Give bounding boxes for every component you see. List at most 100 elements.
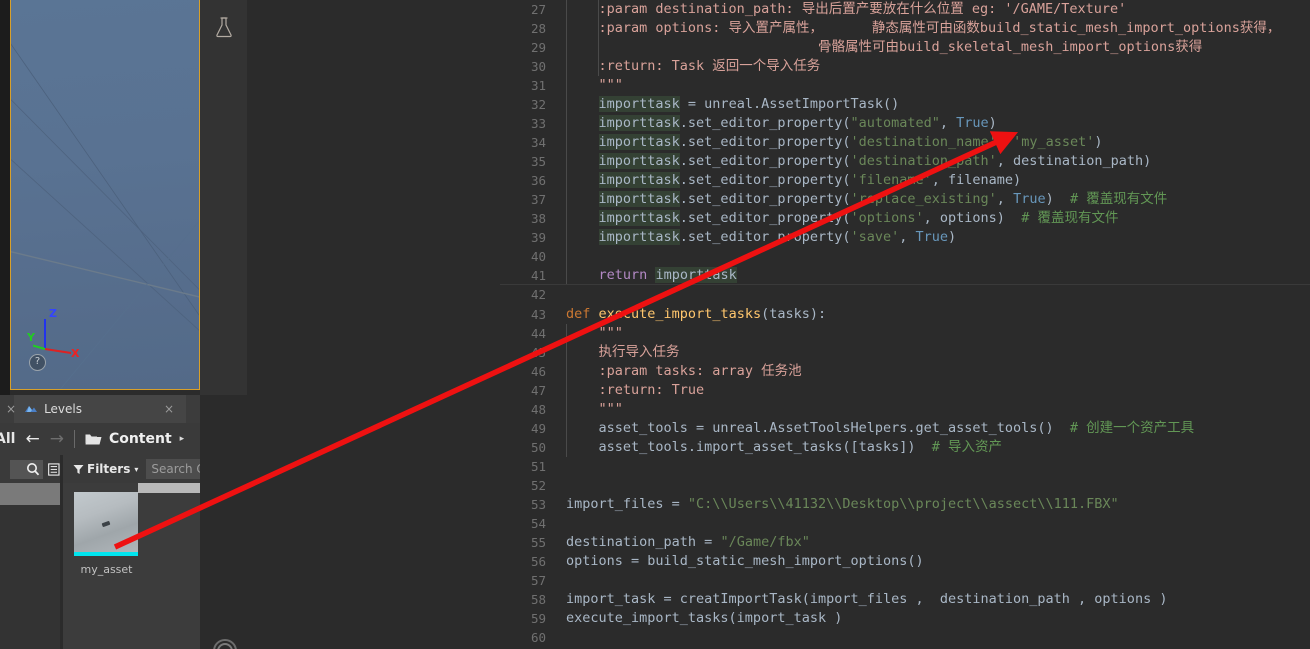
indent-guide <box>566 57 567 76</box>
editor-horizontal-separator <box>500 284 1310 285</box>
indent-guide <box>566 228 567 247</box>
indent-guide <box>566 133 567 152</box>
line-number: 48 <box>530 402 546 417</box>
line-number: 49 <box>530 421 546 436</box>
content-browser-asset-view[interactable]: my_asset <box>63 483 200 649</box>
line-number: 38 <box>530 211 546 226</box>
asset-search-input[interactable]: Search Co <box>146 459 200 479</box>
code-line[interactable]: 48 """ <box>500 400 1310 419</box>
line-number: 29 <box>530 40 546 55</box>
code-editor-panel[interactable]: 27 :param destination_path: 导出后置产要放在什么位置… <box>500 0 1310 649</box>
line-text: importtask.set_editor_property("automate… <box>598 115 997 131</box>
line-number: 36 <box>530 173 546 188</box>
line-number: 41 <box>530 268 546 283</box>
code-line[interactable]: 31 """ <box>500 76 1310 95</box>
code-line[interactable]: 39 importtask.set_editor_property('save'… <box>500 228 1310 247</box>
nav-back-icon[interactable]: ← <box>25 430 39 448</box>
code-line[interactable]: 36 importtask.set_editor_property('filen… <box>500 171 1310 190</box>
code-line[interactable]: 44 """ <box>500 324 1310 343</box>
axis-label-x: X <box>71 347 80 360</box>
code-line[interactable]: 35 importtask.set_editor_property('desti… <box>500 152 1310 171</box>
asset-tile-my-asset[interactable] <box>74 492 138 556</box>
breadcrumb-content-label[interactable]: Content <box>109 431 172 447</box>
line-text: importtask.set_editor_property('options'… <box>598 210 1119 226</box>
indent-guide <box>566 38 567 57</box>
tab-close-right-icon[interactable]: × <box>164 402 174 416</box>
indent-guide <box>566 0 567 19</box>
line-text: importtask.set_editor_property('filename… <box>598 172 1022 188</box>
code-content[interactable]: 27 :param destination_path: 导出后置产要放在什么位置… <box>500 0 1310 649</box>
viewport-help-icon[interactable]: ? <box>29 354 46 371</box>
code-line[interactable]: 34 importtask.set_editor_property('desti… <box>500 133 1310 152</box>
sources-selected-row[interactable] <box>0 483 60 505</box>
search-icon <box>27 463 40 476</box>
code-line[interactable]: 37 importtask.set_editor_property('repla… <box>500 190 1310 209</box>
tab-levels[interactable]: × Levels × <box>6 395 186 423</box>
list-view-icon[interactable] <box>48 462 60 477</box>
line-number: 37 <box>530 192 546 207</box>
line-number: 35 <box>530 154 546 169</box>
line-text: :param options: 导入置产属性， 静态属性可由函数build_st… <box>598 20 1281 36</box>
filters-button[interactable]: Filters ▾ <box>73 462 138 476</box>
code-line[interactable]: 50 asset_tools.import_asset_tasks([tasks… <box>500 438 1310 457</box>
code-line[interactable]: 40 <box>500 247 1310 266</box>
code-line[interactable]: 53 import_files = "C:\\Users\\41132\\Desk… <box>500 495 1310 514</box>
asset-thumbnail <box>74 492 138 552</box>
line-number: 57 <box>530 573 546 588</box>
code-line[interactable]: 59 execute_import_tasks(import_task ) <box>500 609 1310 628</box>
breadcrumb-caret-icon[interactable]: ▸ <box>180 434 185 444</box>
nav-forward-icon[interactable]: → <box>50 430 64 448</box>
code-line[interactable]: 28 :param options: 导入置产属性， 静态属性可由函数build… <box>500 19 1310 38</box>
line-number: 54 <box>530 516 546 531</box>
tab-close-left-icon[interactable]: × <box>6 402 16 416</box>
line-number: 42 <box>530 287 546 302</box>
code-line[interactable]: 47 :return: True <box>500 381 1310 400</box>
code-line[interactable]: 60 <box>500 628 1310 647</box>
levels-tab-bar: × Levels × <box>0 395 200 423</box>
indent-guide <box>566 76 567 95</box>
code-line[interactable]: 32 importtask = unreal.AssetImportTask() <box>500 95 1310 114</box>
code-line[interactable]: 57 <box>500 571 1310 590</box>
line-text: importtask.set_editor_property('destinat… <box>598 134 1103 150</box>
level-viewport[interactable]: Z X Y ? <box>10 0 200 390</box>
code-line[interactable]: 49 asset_tools = unreal.AssetToolsHelper… <box>500 419 1310 438</box>
indent-guide <box>566 95 567 114</box>
line-number: 46 <box>530 364 546 379</box>
content-browser-breadcrumb: All ← → Content ▸ <box>0 423 200 455</box>
asset-name-label: my_asset <box>80 563 133 576</box>
code-line[interactable]: 52 <box>500 476 1310 495</box>
unreal-levels-icon <box>25 406 38 412</box>
code-line[interactable]: 55 destination_path = "/Game/fbx" <box>500 533 1310 552</box>
code-line[interactable]: 54 <box>500 514 1310 533</box>
breadcrumb-divider <box>73 430 75 448</box>
line-text: :return: Task 返回一个导入任务 <box>598 58 821 74</box>
code-line[interactable]: 30 :return: Task 返回一个导入任务 <box>500 57 1310 76</box>
content-browser-sources-toolbar <box>0 455 60 483</box>
breadcrumb-all-label[interactable]: All <box>0 431 15 447</box>
code-line[interactable]: 45 执行导入任务 <box>500 343 1310 362</box>
code-line[interactable]: 56 options = build_static_mesh_import_opt… <box>500 552 1310 571</box>
line-text: importtask.set_editor_property('replace_… <box>598 191 1168 207</box>
flask-icon[interactable] <box>214 16 234 38</box>
sources-search-input[interactable] <box>10 459 44 479</box>
code-line[interactable]: 33 importtask.set_editor_property("autom… <box>500 114 1310 133</box>
left-edge-strip <box>0 0 10 395</box>
tab-levels-label: Levels <box>44 402 82 416</box>
code-line[interactable]: 38 importtask.set_editor_property('optio… <box>500 209 1310 228</box>
line-number: 52 <box>530 478 546 493</box>
line-number: 30 <box>530 59 546 74</box>
code-line[interactable]: 43 def execute_import_tasks(tasks): <box>500 305 1310 324</box>
line-text: :return: True <box>598 382 705 398</box>
code-line[interactable]: 29 骨骼属性可由build_skeletal_mesh_import_opti… <box>500 38 1310 57</box>
code-line[interactable]: 27 :param destination_path: 导出后置产要放在什么位置… <box>500 0 1310 19</box>
code-line[interactable]: 46 :param tasks: array 任务池 <box>500 362 1310 381</box>
line-text: asset_tools.import_asset_tasks([tasks]) … <box>598 439 1003 455</box>
code-line[interactable]: 41 return importtask <box>500 266 1310 285</box>
line-text: importtask.set_editor_property('save', T… <box>598 229 957 245</box>
line-number: 33 <box>530 116 546 131</box>
content-browser-sources-panel[interactable] <box>0 483 60 649</box>
code-line[interactable]: 51 <box>500 457 1310 476</box>
code-line[interactable]: 58 import_task = creatImportTask(import_f… <box>500 590 1310 609</box>
code-line[interactable]: 42 <box>500 285 1310 304</box>
line-number: 59 <box>530 611 546 626</box>
